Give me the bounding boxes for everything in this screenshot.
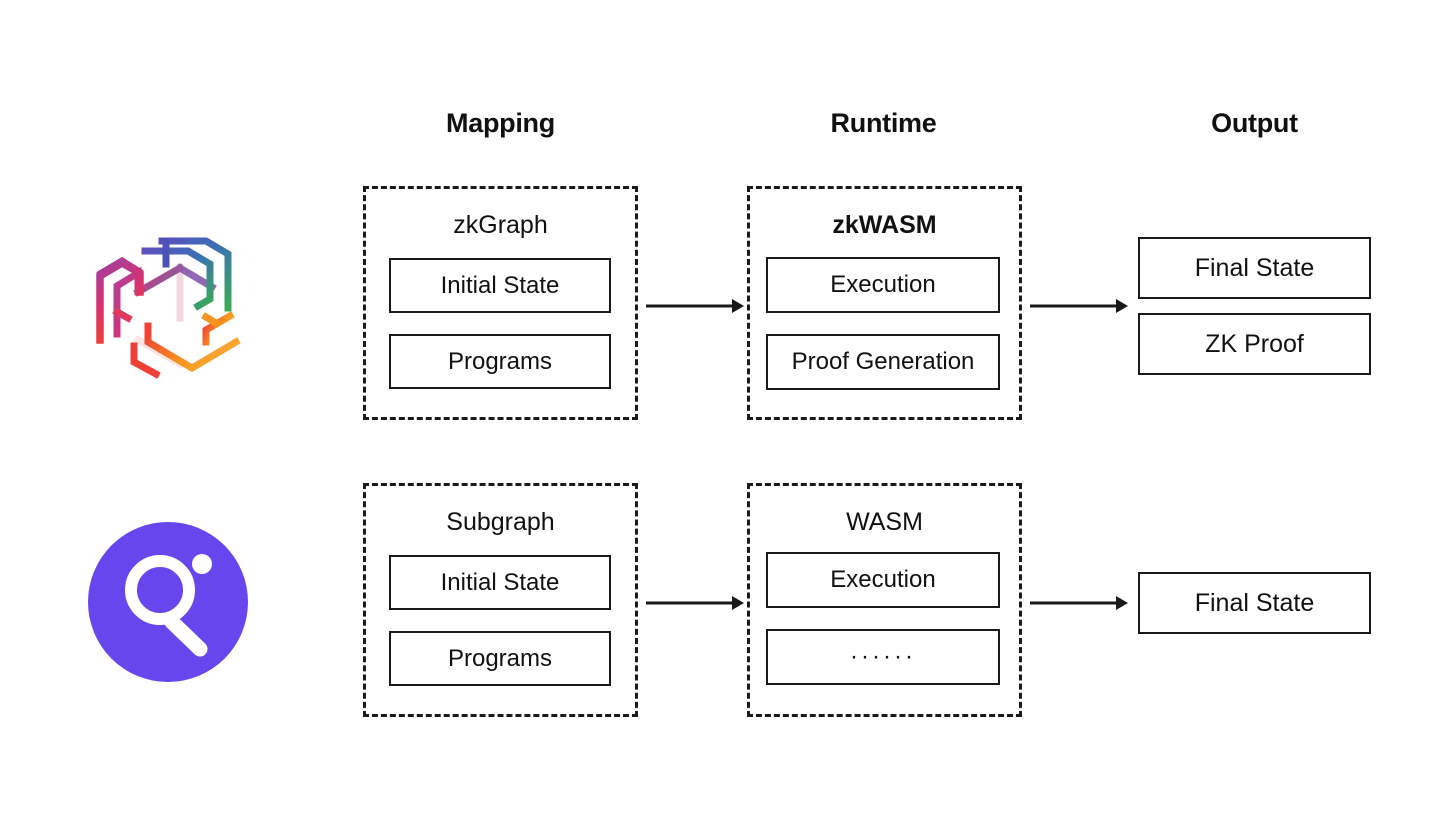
cell-label: Programs (447, 347, 553, 375)
column-header-runtime: Runtime (830, 108, 937, 138)
column-header-mapping: Mapping (446, 108, 555, 138)
cell-wasm-execution: Execution (766, 552, 1000, 608)
arrow-runtime-to-output-zk (1030, 296, 1128, 316)
cell-label: Initial State (440, 271, 560, 299)
hyper-oracle-cube-logo (88, 222, 248, 382)
cell-wasm-ellipsis: ······ (766, 629, 1000, 685)
cell-label: Programs (447, 644, 553, 672)
output-box-final-state-graph: Final State (1138, 572, 1371, 634)
arrow-mapping-to-runtime-zk (646, 296, 744, 316)
output-box-final-state-zk: Final State (1138, 237, 1371, 299)
cell-label: Initial State (440, 568, 560, 596)
group-title-zkwasm: zkWASM (832, 211, 937, 239)
output-label: Final State (1194, 253, 1315, 282)
output-box-zk-proof: ZK Proof (1138, 313, 1371, 375)
arrow-runtime-to-output-graph (1030, 593, 1128, 613)
output-label: Final State (1194, 588, 1315, 617)
cell-zkwasm-proof-generation: Proof Generation (766, 334, 1000, 390)
cell-zkwasm-execution: Execution (766, 257, 1000, 313)
group-title-zkgraph: zkGraph (453, 211, 548, 239)
cell-subgraph-initial-state: Initial State (389, 555, 611, 610)
cell-zkgraph-initial-state: Initial State (389, 258, 611, 313)
output-label: ZK Proof (1205, 329, 1304, 358)
the-graph-logo (88, 522, 248, 682)
cell-label: ······ (850, 643, 916, 670)
arrow-mapping-to-runtime-graph (646, 593, 744, 613)
diagram-canvas: Mapping Runtime Output zkGraph Initial S… (0, 0, 1456, 819)
cell-subgraph-programs: Programs (389, 631, 611, 686)
column-header-output: Output (1211, 108, 1298, 138)
cell-label: Execution (830, 271, 936, 298)
cell-label: Proof Generation (791, 348, 975, 375)
group-title-subgraph: Subgraph (446, 508, 555, 536)
cell-zkgraph-programs: Programs (389, 334, 611, 389)
group-title-wasm: WASM (846, 508, 923, 536)
cell-label: Execution (830, 566, 936, 593)
